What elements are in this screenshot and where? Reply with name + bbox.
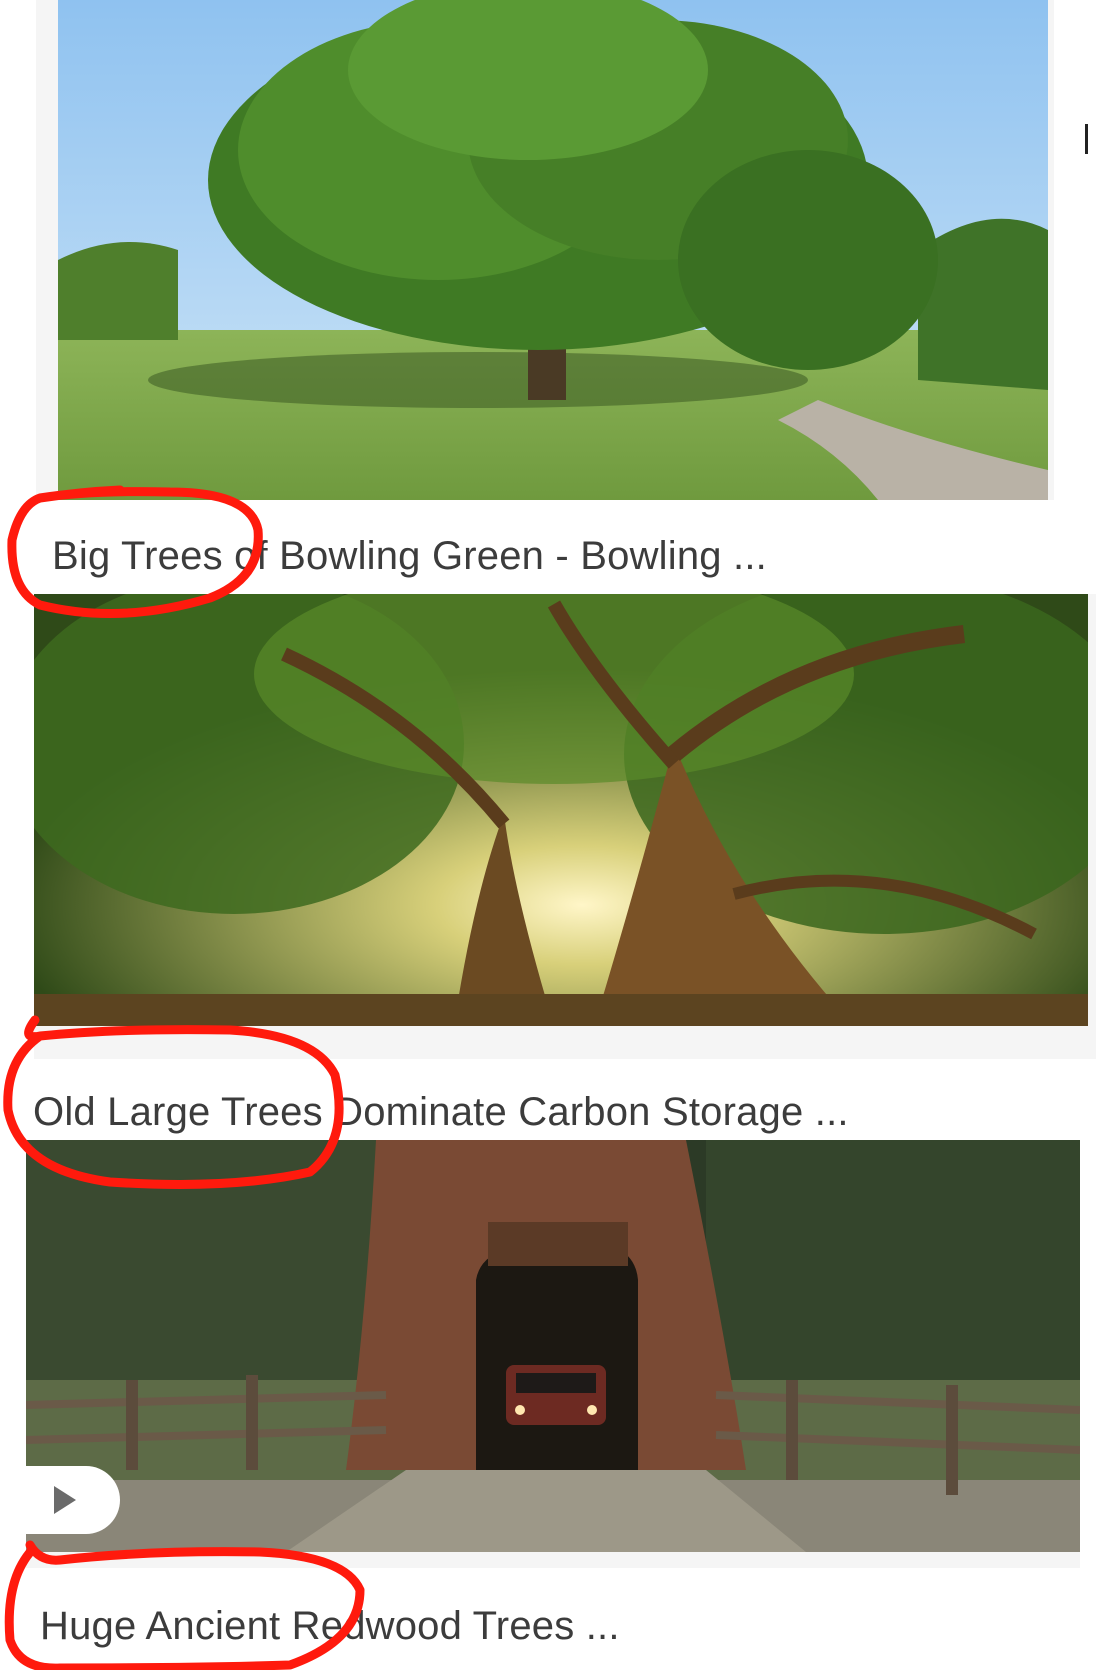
result-image-2[interactable]	[34, 594, 1088, 1026]
result-image-3[interactable]	[26, 1140, 1080, 1552]
text-cursor	[1085, 124, 1088, 154]
result-title-3[interactable]: Huge Ancient Redwood Trees ...	[40, 1604, 620, 1649]
tree-park-image	[58, 0, 1048, 500]
redwood-drive-through-image	[26, 1140, 1080, 1552]
result-title-1[interactable]: Big Trees of Bowling Green - Bowling ...	[52, 534, 767, 579]
play-icon	[54, 1486, 76, 1514]
old-trees-image	[34, 594, 1088, 1026]
result-title-2[interactable]: Old Large Trees Dominate Carbon Storage …	[33, 1090, 849, 1135]
result-image-1[interactable]	[58, 0, 1048, 500]
video-play-button[interactable]	[26, 1466, 120, 1534]
